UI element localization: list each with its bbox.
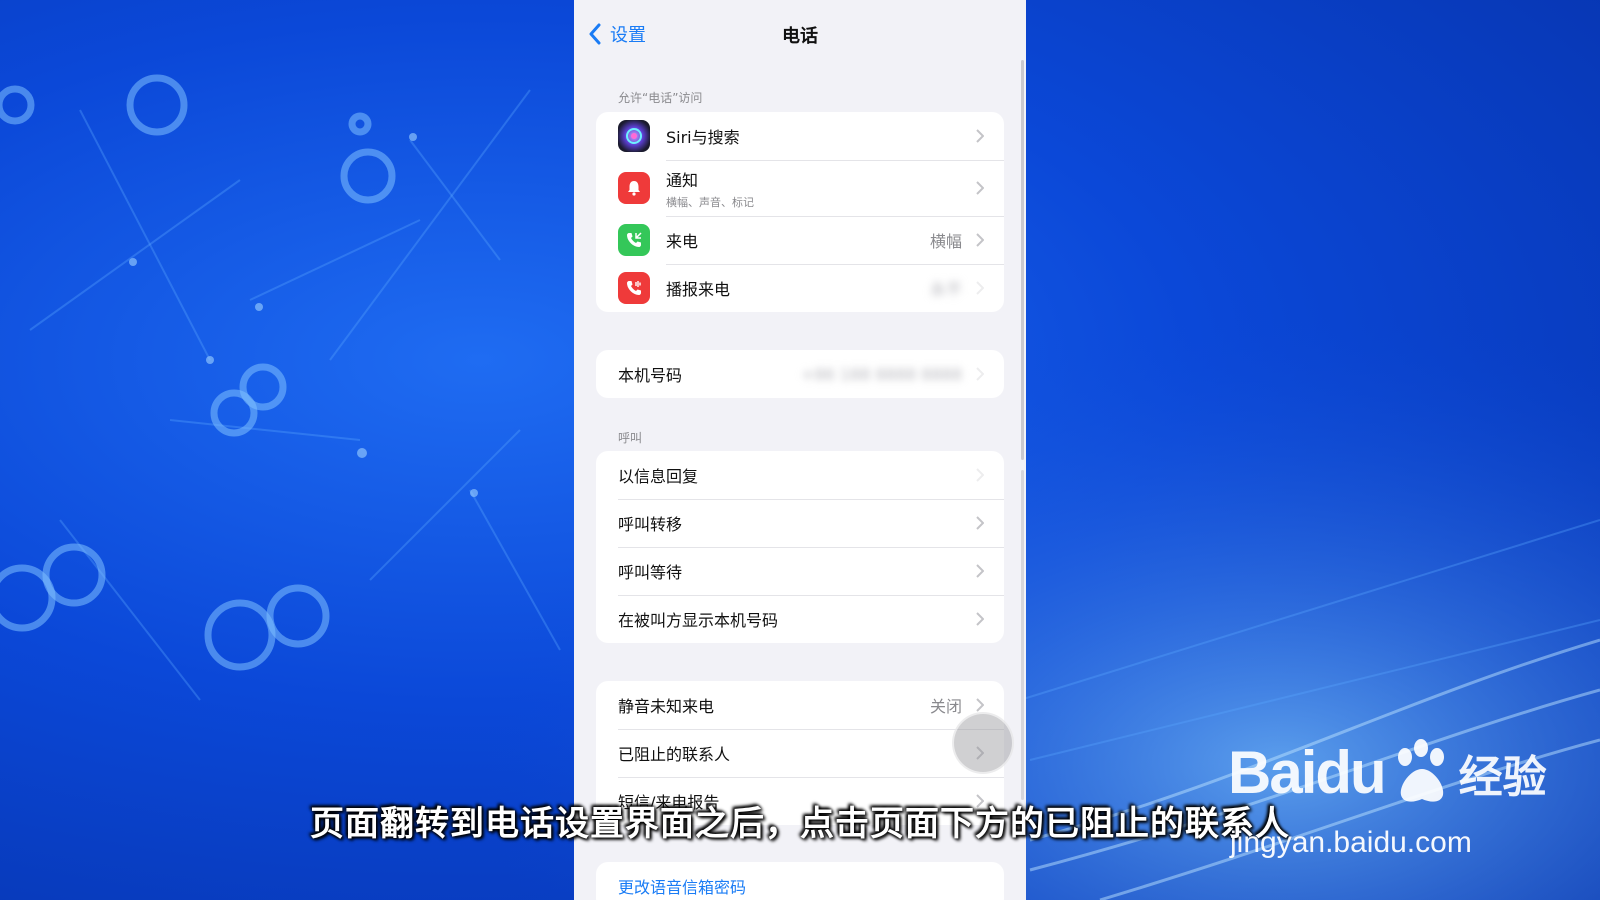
access-group: Siri与搜索 通知 横幅、声音、标记 来电 横幅 播报来电 永不 <box>596 112 1004 312</box>
notifications-sublabel: 横幅、声音、标记 <box>666 195 754 209</box>
chevron-right-icon <box>976 516 984 530</box>
my-number-group: 本机号码 +86 188 8888 8888 <box>596 350 1004 398</box>
chevron-right-icon <box>976 698 984 712</box>
siri-icon <box>618 120 650 152</box>
section-header-call: 呼叫 <box>618 431 643 445</box>
navigation-bar: 设置 电话 <box>574 0 1026 68</box>
my-number-label: 本机号码 <box>618 366 683 385</box>
incoming-call-icon <box>618 224 650 256</box>
announce-calls-label: 播报来电 <box>666 280 731 299</box>
respond-with-text-label: 以信息回复 <box>618 467 699 486</box>
my-number-row[interactable]: 本机号码 +86 188 8888 8888 <box>596 350 1004 398</box>
watermark-product-text: 经验 <box>1458 751 1547 803</box>
show-caller-id-label: 在被叫方显示本机号码 <box>618 611 779 630</box>
call-forwarding-row[interactable]: 呼叫转移 <box>596 499 1004 547</box>
my-number-value: +86 188 8888 8888 <box>801 364 962 384</box>
announce-calls-value: 永不 <box>929 280 962 299</box>
chevron-right-icon <box>976 468 984 482</box>
incoming-call-row[interactable]: 来电 横幅 <box>596 216 1004 264</box>
baidu-jingyan-watermark: Baidu 经验 <box>1228 738 1547 807</box>
section-header-allow-access: 允许“电话”访问 <box>618 91 703 105</box>
watermark-url: jingyan.baidu.com <box>1230 826 1472 859</box>
chevron-right-icon <box>976 367 984 381</box>
announce-calls-row[interactable]: 播报来电 永不 <box>596 264 1004 312</box>
incoming-call-label: 来电 <box>666 232 699 251</box>
call-forwarding-label: 呼叫转移 <box>618 515 683 534</box>
touch-indicator <box>952 712 1014 774</box>
blocked-contacts-row[interactable]: 已阻止的联系人 <box>596 729 1004 777</box>
silence-unknown-callers-value: 关闭 <box>929 697 962 716</box>
chevron-right-icon <box>976 281 984 295</box>
notifications-label: 通知 <box>666 170 699 190</box>
incoming-call-value: 横幅 <box>929 232 962 251</box>
siri-search-label: Siri与搜索 <box>666 128 740 147</box>
notifications-row[interactable]: 通知 横幅、声音、标记 <box>596 160 1004 216</box>
change-voicemail-password-row[interactable]: 更改语音信箱密码 <box>596 862 1004 900</box>
siri-search-row[interactable]: Siri与搜索 <box>596 112 1004 160</box>
chevron-right-icon <box>976 129 984 143</box>
change-voicemail-password-link[interactable]: 更改语音信箱密码 <box>618 874 746 898</box>
silence-unknown-callers-label: 静音未知来电 <box>618 697 715 716</box>
call-group: 以信息回复 呼叫转移 呼叫等待 在被叫方显示本机号码 <box>596 451 1004 643</box>
chevron-right-icon <box>976 233 984 247</box>
baidu-paw-icon <box>1397 738 1444 802</box>
scrollbar[interactable] <box>1021 60 1024 460</box>
respond-with-text-row[interactable]: 以信息回复 <box>596 451 1004 499</box>
show-caller-id-row[interactable]: 在被叫方显示本机号码 <box>596 595 1004 643</box>
page-title: 电话 <box>782 26 818 47</box>
silence-unknown-callers-row[interactable]: 静音未知来电 关闭 <box>596 681 1004 729</box>
blocked-contacts-label: 已阻止的联系人 <box>618 745 731 764</box>
voicemail-group: 更改语音信箱密码 <box>596 862 1004 900</box>
announce-call-icon <box>618 272 650 304</box>
watermark-brand-text: Baidu <box>1228 739 1387 806</box>
chevron-right-icon <box>976 181 984 195</box>
call-waiting-row[interactable]: 呼叫等待 <box>596 547 1004 595</box>
call-waiting-label: 呼叫等待 <box>618 563 683 582</box>
chevron-right-icon <box>976 564 984 578</box>
bell-icon <box>618 172 650 204</box>
scrollbar-track <box>1021 470 1024 800</box>
phone-settings-screen: 设置 电话 允许“电话”访问 Siri与搜索 通知 横幅、声音、标记 来电 横幅… <box>574 0 1026 900</box>
chevron-right-icon <box>976 612 984 626</box>
